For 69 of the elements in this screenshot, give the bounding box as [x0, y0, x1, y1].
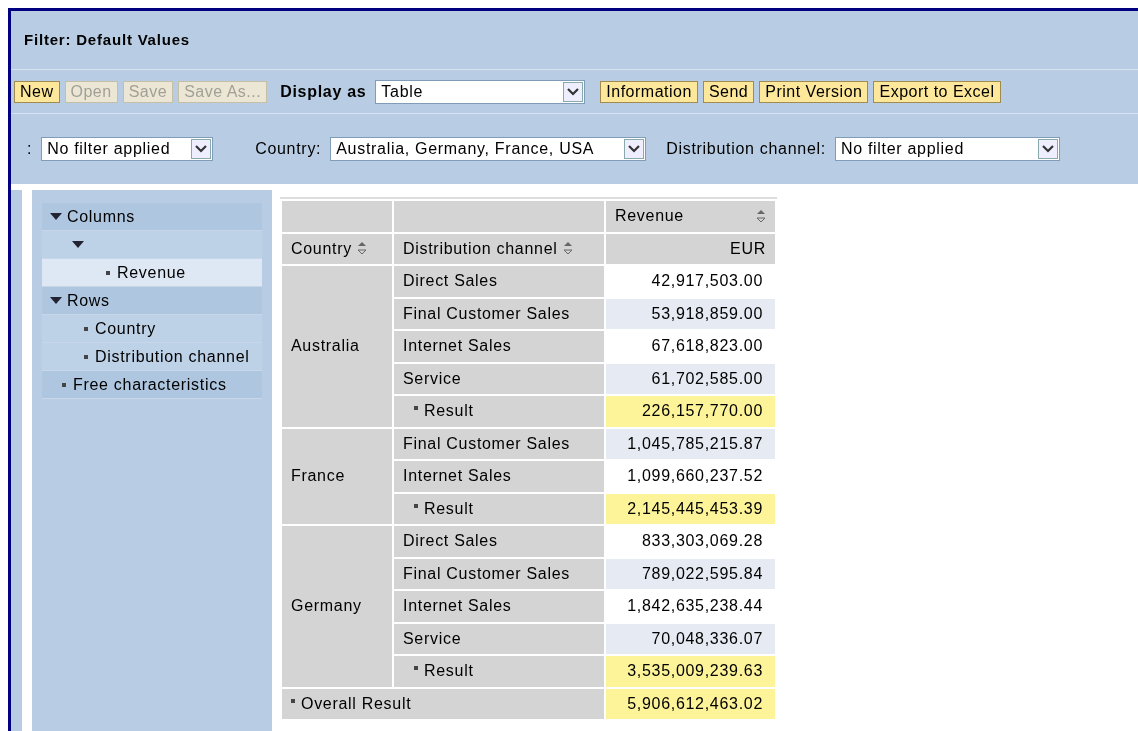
tree-item[interactable]: Free characteristics [42, 371, 262, 399]
row-header: Service [394, 623, 604, 654]
row-header: Overall Result [282, 688, 604, 719]
chevron-down-icon [195, 145, 208, 153]
bullet-icon [106, 270, 110, 275]
row-header: Australia [282, 266, 392, 427]
table-cell: 226,157,770.00 [606, 396, 775, 427]
page-title: Filter: Default Values [24, 29, 190, 50]
row-header: Internet Sales [394, 331, 604, 362]
sort-icon [562, 240, 573, 255]
column-header[interactable]: Revenue [606, 201, 775, 232]
table-cell: 3,535,009,239.63 [606, 656, 775, 687]
field-label: Display as [279, 81, 368, 102]
bullet-icon [84, 326, 88, 331]
toolbar-button[interactable]: Export to Excel [873, 80, 1001, 103]
table-cell: 2,145,445,453.39 [606, 493, 775, 524]
row-header: Internet Sales [394, 461, 604, 492]
row-header: France [282, 428, 392, 524]
sort-icon [356, 240, 367, 255]
tree-item[interactable]: Columns [42, 203, 262, 231]
triangle-down-icon [50, 297, 62, 304]
table-cell: 61,702,585.00 [606, 363, 775, 394]
triangle-down-icon [72, 241, 84, 248]
row-header: Result [394, 396, 604, 427]
table-cell: 1,045,785,215.87 [606, 428, 775, 459]
row-header: Direct Sales [394, 266, 604, 297]
tree-item[interactable]: Distribution channel [42, 343, 262, 371]
triangle-down-icon [50, 213, 62, 220]
row-header: Internet Sales [394, 591, 604, 622]
chevron-down-icon [628, 145, 641, 153]
chevron-down-icon [1041, 145, 1054, 153]
row-header: Germany [282, 526, 392, 687]
filter-label: Country: [255, 139, 323, 159]
row-header: Final Customer Sales [394, 558, 604, 589]
row-header: Result [394, 493, 604, 524]
row-header: Service [394, 363, 604, 394]
tree-item[interactable]: Rows [42, 287, 262, 315]
unit-cell: EUR [606, 233, 775, 264]
toolbar-button[interactable]: New [14, 80, 60, 103]
row-header: Final Customer Sales [394, 298, 604, 329]
toolbar-button[interactable]: Send [702, 80, 755, 103]
tree-item[interactable] [42, 231, 262, 259]
column-header[interactable]: Country [282, 233, 392, 264]
table-cell: 789,022,595.84 [606, 558, 775, 589]
row-header: Final Customer Sales [394, 428, 604, 459]
bullet-icon [414, 406, 418, 411]
table-cell: 53,918,859.00 [606, 298, 775, 329]
filter-select[interactable]: Australia, Germany, France, USA [330, 137, 647, 161]
filter-label: Distribution channel: [666, 139, 827, 159]
tree-item[interactable]: Revenue [42, 259, 262, 287]
toolbar-button[interactable]: Information [600, 80, 698, 103]
table-cell: 5,906,612,463.02 [606, 688, 775, 719]
column-header[interactable]: Distribution channel [394, 233, 604, 264]
filter-label: : [27, 139, 34, 159]
sort-icon [756, 209, 766, 224]
tree-item[interactable]: Country [42, 315, 262, 343]
bullet-icon [291, 698, 295, 703]
filter-select[interactable]: No filter applied [41, 137, 214, 161]
row-header: Direct Sales [394, 526, 604, 557]
filter-select[interactable]: No filter applied [834, 137, 1060, 161]
bullet-icon [84, 354, 88, 359]
bullet-icon [62, 382, 66, 387]
toolbar-button[interactable]: Print Version [759, 80, 869, 103]
table-cell: 70,048,336.07 [606, 623, 775, 654]
bullet-icon [414, 503, 418, 508]
bullet-icon [414, 666, 418, 671]
chevron-down-icon [567, 87, 580, 96]
row-header: Result [394, 656, 604, 687]
display-select[interactable]: Table [375, 79, 586, 104]
